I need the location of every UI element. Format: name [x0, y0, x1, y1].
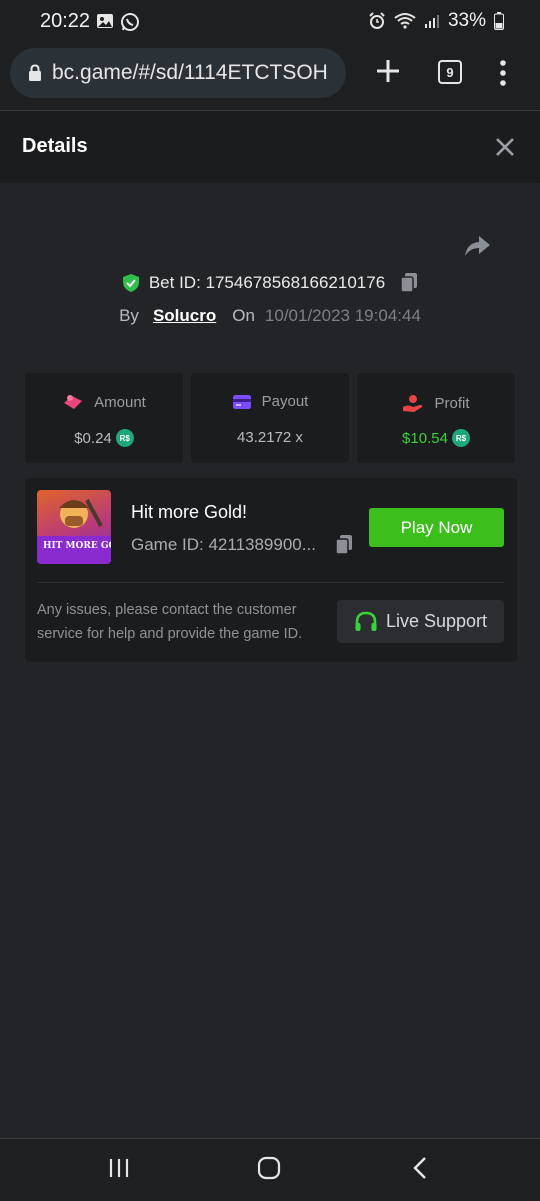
- live-support-label: Live Support: [385, 611, 488, 631]
- home-icon[interactable]: [257, 1156, 281, 1180]
- back-icon[interactable]: [412, 1156, 428, 1180]
- battery-icon: [494, 12, 504, 30]
- miner-illustration: HIT MORE GOLD!: [37, 499, 111, 564]
- play-now-button[interactable]: Play Now: [369, 508, 504, 547]
- support-message: Any issues, please contact the customer …: [37, 602, 303, 642]
- bet-id-row: Bet ID: 1754678568166210176: [0, 272, 540, 294]
- close-icon[interactable]: [494, 136, 516, 158]
- username-link[interactable]: Solucro: [153, 306, 216, 326]
- payout-card-icon: [232, 394, 251, 409]
- signal-icon: [424, 15, 439, 28]
- game-thumbnail[interactable]: HIT MORE GOLD!: [37, 490, 111, 564]
- url-text: bc.game/#/sd/1114ETCTSOH: [52, 61, 328, 84]
- recent-apps-icon[interactable]: [108, 1157, 130, 1179]
- bet-id: Bet ID: 1754678568166210176: [148, 273, 386, 292]
- shield-check-icon: [122, 274, 139, 292]
- amount-icon: [64, 395, 83, 409]
- share-icon[interactable]: [463, 234, 491, 258]
- by-label: By: [119, 306, 139, 325]
- bet-datetime: 10/01/2023 19:04:44: [264, 306, 421, 325]
- amount-label: Amount: [94, 393, 146, 411]
- amount-card: Amount $0.24 R$: [25, 373, 183, 463]
- thumb-title: HIT MORE GOLD!: [43, 541, 111, 551]
- lock-icon: [29, 64, 41, 81]
- profit-card: Profit $10.54 R$: [357, 373, 515, 463]
- live-support-button[interactable]: Live Support: [337, 600, 504, 643]
- currency-coin-icon: R$: [115, 429, 134, 447]
- alarm-icon: [369, 12, 385, 29]
- more-menu-icon[interactable]: [499, 60, 507, 86]
- wifi-icon: [394, 13, 416, 29]
- copy-game-id-icon[interactable]: [334, 534, 354, 556]
- profit-label: Profit: [434, 394, 470, 412]
- divider: [37, 582, 504, 583]
- profit-value: $10.54: [402, 429, 448, 447]
- profit-hand-icon: [403, 395, 423, 412]
- game-title: Hit more Gold!: [131, 502, 248, 522]
- bet-meta-row: By Solucro On 10/01/2023 19:04:44: [0, 306, 540, 326]
- copy-icon[interactable]: [399, 272, 419, 294]
- whatsapp-icon: [121, 13, 139, 31]
- new-tab-icon[interactable]: [375, 58, 401, 84]
- status-time: 20:22: [40, 10, 91, 32]
- currency-coin-icon: R$: [451, 429, 470, 447]
- battery-percent: 33%: [447, 10, 486, 31]
- headset-icon: [355, 611, 377, 631]
- payout-card: Payout 43.2172 x: [191, 373, 349, 463]
- game-id: Game ID: 4211389900...: [131, 535, 316, 554]
- payout-label: Payout: [261, 393, 309, 410]
- page-title: Details: [22, 135, 88, 157]
- on-label: On: [232, 306, 255, 325]
- address-bar[interactable]: bc.game/#/sd/1114ETCTSOH: [10, 48, 346, 98]
- amount-value: $0.24: [74, 429, 112, 447]
- tab-count-button[interactable]: 9: [438, 60, 462, 84]
- image-notification-icon: [97, 14, 113, 28]
- payout-value: 43.2172 x: [237, 429, 303, 446]
